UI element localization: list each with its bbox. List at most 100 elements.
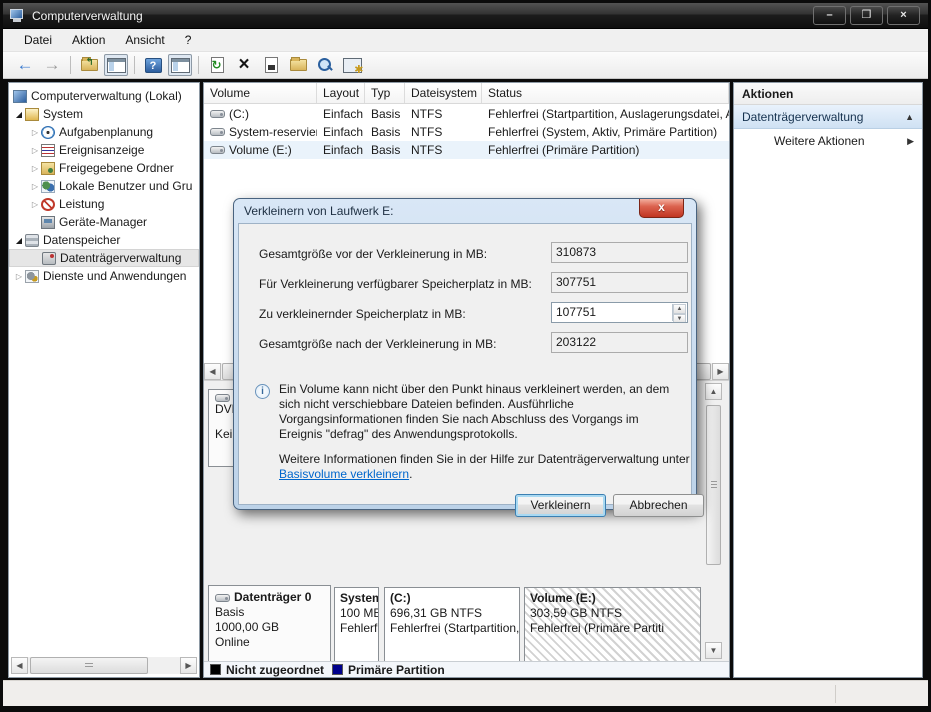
legend-swatch [210,664,221,675]
help-icon[interactable] [141,54,165,76]
toolbar-separator [70,56,71,74]
column-status[interactable]: Status [482,83,729,103]
column-volume[interactable]: Volume [204,83,317,103]
column-typ[interactable]: Typ [365,83,405,103]
menu-bar: Datei Aktion Ansicht ? [3,29,928,52]
maximize-button[interactable]: ❒ [850,6,883,25]
scroll-left-icon[interactable]: ◀ [204,363,221,380]
menu-datei[interactable]: Datei [15,30,61,50]
show-action-pane-icon[interactable] [168,54,192,76]
dialog-title: Verkleinern von Laufwerk E: [244,204,394,218]
info-icon: i [255,384,270,399]
menu-ansicht[interactable]: Ansicht [116,30,173,50]
open-folder-icon[interactable] [286,54,310,76]
settings-icon[interactable] [340,54,364,76]
shrink-amount-input[interactable]: 107751 ▲ ▼ [551,302,688,323]
properties-icon[interactable] [259,54,283,76]
tree-item-datenspeicher[interactable]: Datenspeicher [9,231,199,249]
app-icon [10,8,26,23]
disk0-label-cell[interactable]: Datenträger 0 Basis 1000,00 GB Online [208,585,331,673]
refresh-icon[interactable] [205,54,229,76]
field-label: Gesamtgröße nach der Verkleinerung in MB… [259,337,497,351]
help-link[interactable]: Basisvolume verkleinern [279,467,409,481]
scroll-up-icon[interactable]: ▲ [705,383,722,400]
title-bar: Computerverwaltung – ❒ × [3,3,928,29]
window-title: Computerverwaltung [32,8,143,23]
scrollbar-thumb[interactable] [706,405,721,565]
actions-item-weitere-aktionen[interactable]: Weitere Aktionen ▶ [734,129,922,153]
menu-help[interactable]: ? [176,30,201,50]
spin-down-icon[interactable]: ▼ [673,314,686,322]
dialog-more-info: Weitere Informationen finden Sie in der … [279,452,690,481]
computer-icon [13,89,27,103]
scroll-right-icon[interactable]: ▶ [180,657,197,674]
expander-icon[interactable] [29,164,41,173]
total-size-before-field: 310873 [551,242,688,263]
tree-item-ereignisanzeige[interactable]: Ereignisanzeige [9,141,199,159]
dialog-close-icon[interactable]: x [639,199,684,218]
partition-c[interactable]: (C:) 696,31 GB NTFS Fehlerfrei (Startpar… [384,587,520,671]
search-icon[interactable] [313,54,337,76]
quantity-stepper[interactable]: ▲ ▼ [672,304,686,322]
local-users-icon [41,179,55,193]
status-bar [3,680,928,706]
tree-item-leistung[interactable]: Leistung [9,195,199,213]
toolbar-separator [198,56,199,74]
graphic-vertical-scrollbar[interactable]: ▲ ▼ [705,383,722,659]
tree-horizontal-scrollbar[interactable]: ◀ ▶ [11,657,197,674]
up-one-level-icon[interactable] [77,54,101,76]
expander-icon[interactable] [29,146,41,155]
actions-group-disk-management[interactable]: Datenträgerverwaltung ▲ [734,105,922,129]
expander-icon[interactable] [13,272,25,281]
volume-icon [210,146,225,154]
partition-e-selected[interactable]: Volume (E:) 303,59 GB NTFS Fehlerfrei (P… [524,587,701,671]
volume-icon [210,128,225,136]
shrink-button[interactable]: Verkleinern [515,494,606,517]
cancel-button[interactable]: Abbrechen [613,494,704,517]
column-dateisystem[interactable]: Dateisystem [405,83,482,103]
dialog-info-text: Ein Volume kann nicht über den Punkt hin… [279,382,670,441]
total-size-after-field: 203122 [551,332,688,353]
tree-item-aufgabenplanung[interactable]: Aufgabenplanung [9,123,199,141]
expander-icon[interactable] [13,110,25,119]
volume-list-header: Volume Layout Typ Dateisystem Status [204,83,729,104]
menu-aktion[interactable]: Aktion [63,30,114,50]
table-row[interactable]: System-reserviert Einfach Basis NTFS Feh… [204,123,729,141]
table-row[interactable]: Volume (E:) Einfach Basis NTFS Fehlerfre… [204,141,729,159]
tree-item-datentraegerverwaltung[interactable]: Datenträgerverwaltung [9,249,199,267]
volume-icon [210,110,225,118]
back-icon[interactable] [13,54,37,76]
minimize-button[interactable]: – [813,6,846,25]
scroll-down-icon[interactable]: ▼ [705,642,722,659]
scrollbar-thumb[interactable] [30,657,148,674]
shrink-volume-dialog: Verkleinern von Laufwerk E: x Gesamtgröß… [233,198,704,517]
expander-icon[interactable] [29,200,41,209]
close-button[interactable]: × [887,6,920,25]
field-label: Zu verkleinernder Speicherplatz in MB: [259,307,466,321]
shared-folders-icon [41,161,55,175]
legend-swatch [332,664,343,675]
table-row[interactable]: (C:) Einfach Basis NTFS Fehlerfrei (Star… [204,105,729,123]
tree-item-lokale-benutzer[interactable]: Lokale Benutzer und Gru [9,177,199,195]
partition-system-reserved[interactable]: System 100 MB Fehlerfrei [334,587,379,671]
forward-icon[interactable] [40,54,64,76]
toolbar [3,52,928,79]
tree-item-geraete-manager[interactable]: Geräte-Manager [9,213,199,231]
tree-item-dienste[interactable]: Dienste und Anwendungen [9,267,199,285]
tree-item-root[interactable]: Computerverwaltung (Lokal) [9,87,199,105]
column-layout[interactable]: Layout [317,83,365,103]
scroll-left-icon[interactable]: ◀ [11,657,28,674]
expander-icon[interactable] [13,236,25,245]
dvd-icon [215,394,230,402]
tree-item-system[interactable]: System [9,105,199,123]
event-viewer-icon [41,143,55,157]
spin-up-icon[interactable]: ▲ [673,304,686,314]
tree-item-freigegebene-ordner[interactable]: Freigegebene Ordner [9,159,199,177]
expander-icon[interactable] [29,128,41,137]
collapse-icon[interactable]: ▲ [905,112,914,122]
expander-icon[interactable] [29,182,41,191]
available-shrink-space-field: 307751 [551,272,688,293]
show-console-tree-icon[interactable] [104,54,128,76]
scroll-right-icon[interactable]: ▶ [712,363,729,380]
delete-icon[interactable] [232,54,256,76]
